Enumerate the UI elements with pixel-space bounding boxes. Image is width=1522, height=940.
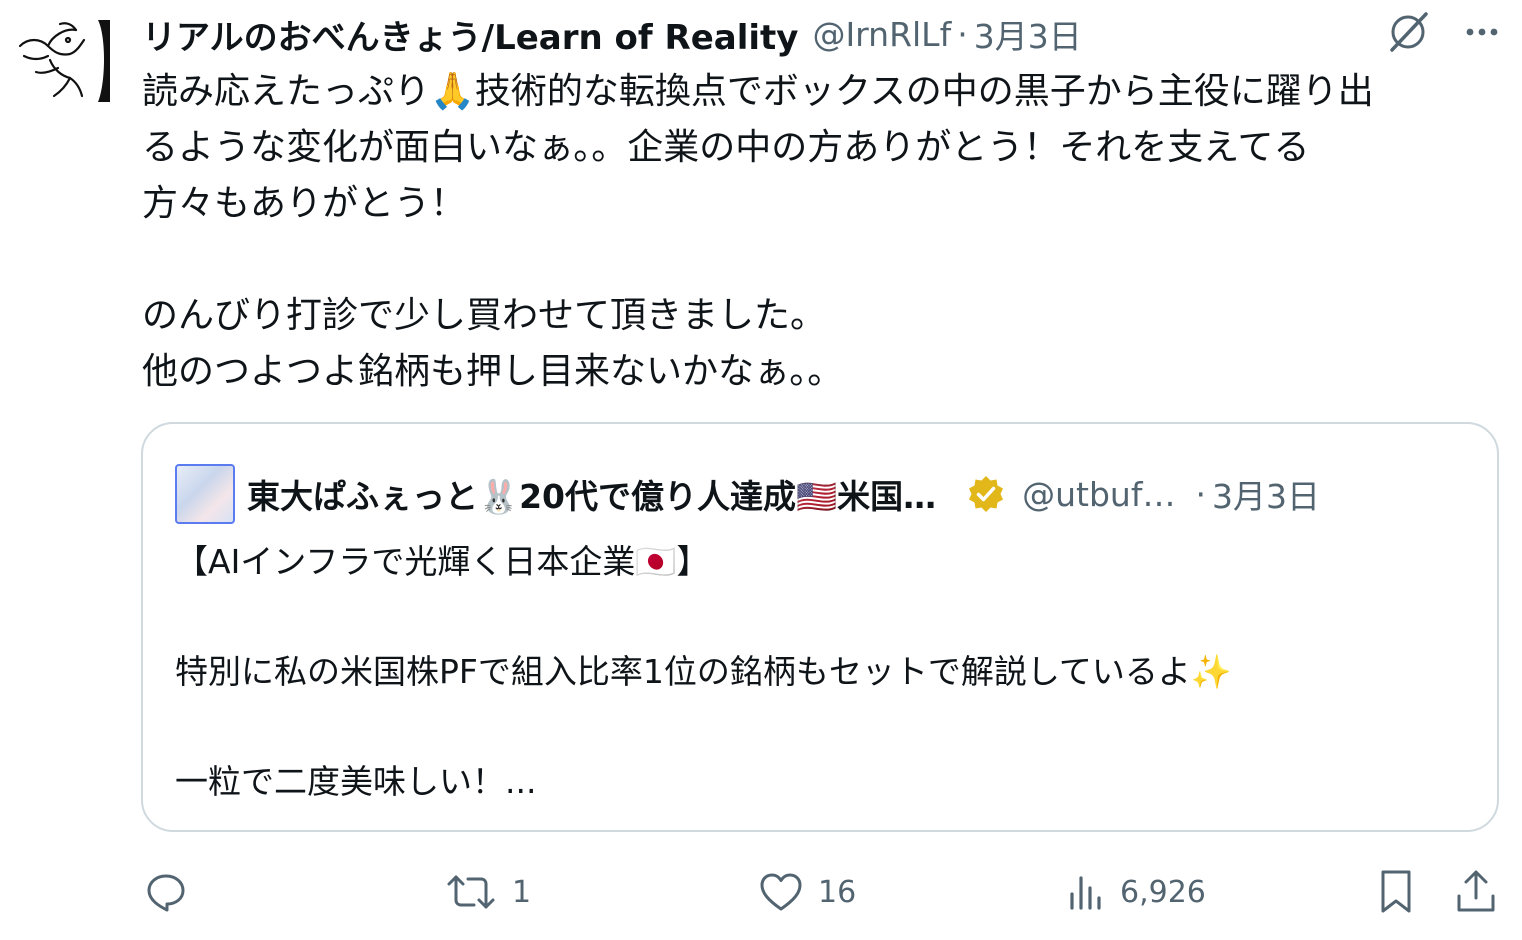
- tweet-date[interactable]: 3月3日: [974, 10, 1082, 58]
- author-display-name[interactable]: リアルのおべんきょう/Learn of Reality: [142, 10, 798, 59]
- reply-icon: [144, 870, 188, 914]
- views-button[interactable]: 6,926: [1066, 862, 1206, 922]
- grok-icon[interactable]: [1384, 8, 1432, 56]
- more-icon[interactable]: [1462, 12, 1502, 52]
- quoted-tweet-date: 3月3日: [1211, 477, 1320, 516]
- like-count: 16: [818, 874, 857, 910]
- author-avatar[interactable]: [10, 16, 110, 106]
- author-handle[interactable]: @IrnRlLf: [812, 15, 951, 54]
- bookmark-button[interactable]: [1376, 862, 1416, 922]
- header-separator: ·: [957, 14, 968, 54]
- tweet-top-actions: [1384, 8, 1502, 56]
- tweet[interactable]: リアルのおべんきょう/Learn of Reality @IrnRlLf · 3…: [0, 0, 1522, 940]
- quoted-author-display-name: 東大ぱふぇっと🐰20代で億り人達成🇺🇸米国…: [247, 477, 937, 516]
- retweet-icon: [444, 870, 498, 914]
- tweet-header: リアルのおべんきょう/Learn of Reality @IrnRlLf · 3…: [142, 10, 1082, 58]
- retweet-count: 1: [512, 874, 532, 910]
- like-icon: [758, 870, 804, 914]
- share-button[interactable]: [1454, 862, 1498, 922]
- share-icon: [1454, 868, 1498, 916]
- tweet-text: 読み応えたっぷり🙏技術的な転換点でボックスの中の黒子から主役に躍り出 るような変…: [142, 71, 1374, 392]
- retweet-button[interactable]: 1: [444, 862, 531, 922]
- reply-button[interactable]: [144, 862, 202, 922]
- quoted-author-handle: @utbuf…: [1022, 474, 1176, 514]
- quoted-tweet[interactable]: 東大ぱふぇっと🐰20代で億り人達成🇺🇸米国… @utbuf… · 3月3日 【A…: [141, 422, 1499, 832]
- quoted-author-avatar: [175, 464, 235, 524]
- tweet-action-bar: 1 16 6,926: [0, 862, 1522, 922]
- quoted-tweet-text: 【AIインフラで光輝く日本企業🇯🇵】 特別に私の米国株PFで組入比率1位の銘柄も…: [175, 542, 1232, 801]
- views-icon: [1066, 870, 1106, 914]
- quoted-tweet-header: 東大ぱふぇっと🐰20代で億り人達成🇺🇸米国… @utbuf… · 3月3日: [175, 464, 1320, 524]
- bookmark-icon: [1376, 868, 1416, 916]
- views-count: 6,926: [1120, 874, 1206, 910]
- quoted-header-separator: ·: [1195, 474, 1206, 514]
- like-button[interactable]: 16: [758, 862, 856, 922]
- verified-icon: [966, 474, 1006, 514]
